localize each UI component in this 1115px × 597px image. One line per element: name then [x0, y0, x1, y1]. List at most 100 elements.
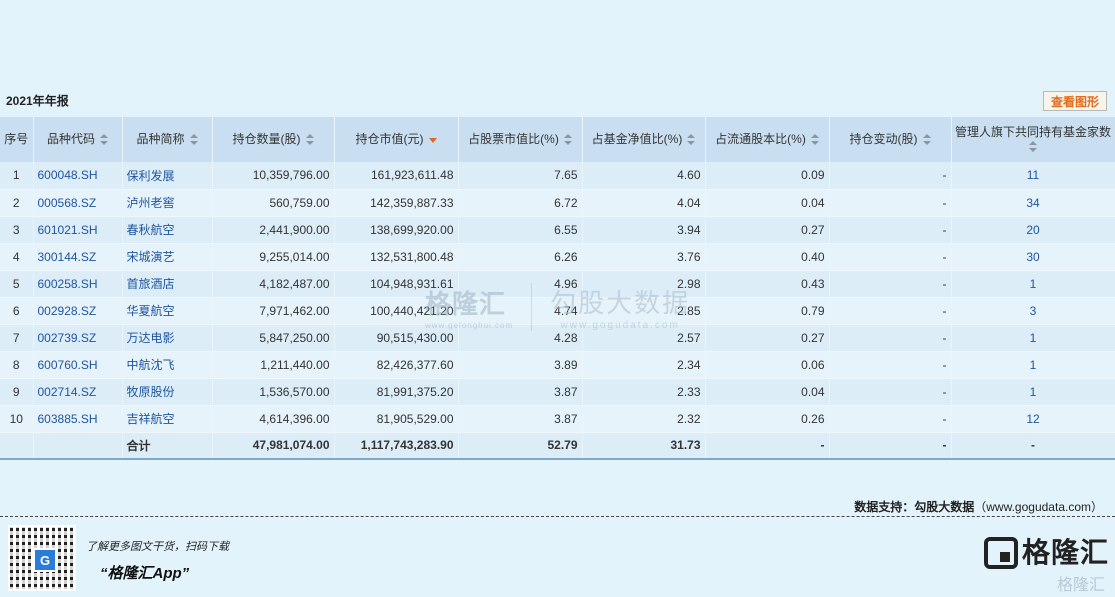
cell-qty: 2,441,900.00 [212, 216, 335, 244]
cell-name[interactable]: 中航沈飞 [122, 351, 213, 379]
cell-nav-pct: 2.57 [582, 324, 706, 352]
cell-name[interactable]: 华夏航空 [122, 297, 213, 325]
cell-float-pct: 0.04 [705, 378, 830, 406]
cell-funds[interactable]: 3 [951, 297, 1115, 325]
total-label: 合计 [122, 432, 213, 460]
cell-value: 138,699,920.00 [334, 216, 459, 244]
col-header-nav-pct[interactable]: 占基金净值比(%) [582, 117, 706, 162]
cell-name[interactable]: 吉祥航空 [122, 405, 213, 433]
cell-code[interactable]: 603885.SH [33, 405, 123, 433]
cell-code[interactable]: 600048.SH [33, 162, 123, 190]
gelonghui-logo-icon [983, 537, 1018, 569]
cell-value: 142,359,887.33 [334, 189, 459, 217]
cell-float-pct: 0.09 [705, 162, 830, 190]
cell-code[interactable]: 002928.SZ [33, 297, 123, 325]
total-funds: - [951, 432, 1115, 460]
col-header-funds[interactable]: 管理人旗下共同持有基金家数 [951, 117, 1115, 162]
cell-no: 1 [0, 162, 34, 190]
cell-value: 82,426,377.60 [334, 351, 459, 379]
cell-no: 3 [0, 216, 34, 244]
cell-float-pct: 0.40 [705, 243, 830, 271]
cell-change: - [829, 297, 952, 325]
data-source: 数据支持：勾股大数据（www.gogudata.com） [854, 498, 1103, 515]
sort-icon[interactable] [100, 133, 108, 146]
sort-desc-icon[interactable] [428, 134, 437, 146]
total-empty-cell [33, 432, 123, 460]
cell-code[interactable]: 601021.SH [33, 216, 123, 244]
total-value: 1,117,743,283.90 [334, 432, 459, 460]
table-row: 4 300144.SZ 宋城演艺 9,255,014.00 132,531,800.48… [0, 243, 1115, 271]
cell-funds[interactable]: 1 [951, 270, 1115, 298]
brand-logo: 格隆汇 [983, 537, 1109, 569]
cell-nav-pct: 2.32 [582, 405, 706, 433]
footer-divider [0, 516, 1115, 517]
view-chart-button[interactable]: 查看图形 [1043, 91, 1107, 111]
cell-code[interactable]: 600760.SH [33, 351, 123, 379]
cell-name[interactable]: 宋城演艺 [122, 243, 213, 271]
col-header-code[interactable]: 品种代码 [33, 117, 123, 162]
cell-no: 6 [0, 297, 34, 325]
cell-qty: 10,359,796.00 [212, 162, 335, 190]
cell-funds[interactable]: 1 [951, 351, 1115, 379]
cell-name[interactable]: 万达电影 [122, 324, 213, 352]
table-row: 9 002714.SZ 牧原股份 1,536,570.00 81,991,375.20 3… [0, 378, 1115, 406]
cell-change: - [829, 162, 952, 190]
table-row: 1 600048.SH 保利发展 10,359,796.00 161,923,611.4… [0, 162, 1115, 190]
holdings-table: 序号 品种代码 品种简称 持仓数量(股) 持仓市值(元) 占股票市值比(%) 占… [0, 117, 1115, 460]
col-header-name[interactable]: 品种简称 [122, 117, 213, 162]
cell-name[interactable]: 牧原股份 [122, 378, 213, 406]
cell-qty: 1,536,570.00 [212, 378, 335, 406]
col-header-qty[interactable]: 持仓数量(股) [212, 117, 335, 162]
cell-nav-pct: 3.76 [582, 243, 706, 271]
sort-icon[interactable] [922, 133, 931, 146]
cell-funds[interactable]: 34 [951, 189, 1115, 217]
sort-icon[interactable] [1029, 141, 1037, 153]
col-header-value[interactable]: 持仓市值(元) [334, 117, 459, 162]
total-float-pct: - [705, 432, 830, 460]
cell-code[interactable]: 300144.SZ [33, 243, 123, 271]
cell-code[interactable]: 000568.SZ [33, 189, 123, 217]
cell-no: 2 [0, 189, 34, 217]
cell-stock-pct: 4.96 [458, 270, 583, 298]
cell-code[interactable]: 600258.SH [33, 270, 123, 298]
cell-name[interactable]: 首旅酒店 [122, 270, 213, 298]
sort-icon[interactable] [189, 133, 198, 146]
table-row: 5 600258.SH 首旅酒店 4,182,487.00 104,948,931.61… [0, 270, 1115, 298]
cell-value: 81,905,529.00 [334, 405, 459, 433]
cell-funds[interactable]: 1 [951, 378, 1115, 406]
cell-funds[interactable]: 20 [951, 216, 1115, 244]
cell-name[interactable]: 泸州老窖 [122, 189, 213, 217]
cell-funds[interactable]: 11 [951, 162, 1115, 190]
table-row: 3 601021.SH 春秋航空 2,441,900.00 138,699,920.00… [0, 216, 1115, 244]
cell-value: 132,531,800.48 [334, 243, 459, 271]
cell-code[interactable]: 002714.SZ [33, 378, 123, 406]
cell-value: 81,991,375.20 [334, 378, 459, 406]
sort-icon[interactable] [687, 133, 696, 146]
col-header-stock-pct[interactable]: 占股票市值比(%) [458, 117, 583, 162]
col-header-no: 序号 [0, 117, 34, 162]
cell-stock-pct: 4.74 [458, 297, 583, 325]
report-title: 2021年年报 [6, 94, 69, 108]
sort-icon[interactable] [305, 133, 314, 146]
data-source-domain: （www.gogudata.com） [974, 500, 1103, 514]
cell-funds[interactable]: 1 [951, 324, 1115, 352]
col-header-float-pct[interactable]: 占流通股本比(%) [705, 117, 830, 162]
cell-stock-pct: 6.55 [458, 216, 583, 244]
cell-funds[interactable]: 30 [951, 243, 1115, 271]
cell-code[interactable]: 002739.SZ [33, 324, 123, 352]
sort-icon[interactable] [563, 133, 572, 146]
cell-name[interactable]: 保利发展 [122, 162, 213, 190]
col-header-change[interactable]: 持仓变动(股) [829, 117, 952, 162]
cell-change: - [829, 351, 952, 379]
cell-funds[interactable]: 12 [951, 405, 1115, 433]
cell-change: - [829, 189, 952, 217]
cell-float-pct: 0.06 [705, 351, 830, 379]
cell-name[interactable]: 春秋航空 [122, 216, 213, 244]
cell-nav-pct: 2.85 [582, 297, 706, 325]
sort-icon[interactable] [810, 133, 819, 146]
cell-change: - [829, 270, 952, 298]
total-empty-cell [0, 432, 34, 460]
cell-qty: 560,759.00 [212, 189, 335, 217]
cell-change: - [829, 405, 952, 433]
total-change: - [829, 432, 952, 460]
